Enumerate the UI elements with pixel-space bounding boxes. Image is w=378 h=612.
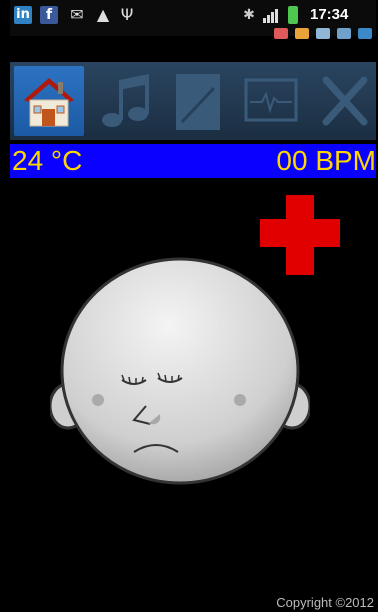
warning-icon: ▲ [96, 5, 110, 24]
document-icon [176, 74, 220, 130]
linkedin-icon: in [14, 6, 32, 24]
app-frame: in f ✉ ▲ Ψ ✱ 17:34 24 °C 00 BPM Copyrigh… [0, 0, 378, 612]
heart-rate-reading: 00 BPM [276, 145, 376, 176]
chip-icon [315, 28, 330, 39]
bluetooth-icon: ✱ [243, 7, 255, 23]
tab-settings[interactable] [310, 66, 378, 136]
battery-icon [288, 6, 298, 24]
mail-icon: ✉ [70, 5, 84, 24]
tab-music[interactable] [88, 66, 158, 136]
temperature-reading: 24 °C [12, 145, 83, 176]
monitor-icon [358, 28, 372, 39]
pencil-icon [273, 28, 288, 39]
wrench-icon [322, 76, 368, 126]
readings-bar: 24 °C 00 BPM [10, 144, 376, 178]
main-content: Copyright ©2012 [10, 178, 376, 612]
status-bar: in f ✉ ▲ Ψ ✱ 17:34 [10, 0, 376, 39]
heart-monitor-icon [244, 78, 298, 122]
tab-bar [10, 62, 376, 140]
facebook-icon: f [40, 6, 58, 24]
network-icon [336, 28, 351, 39]
usb-icon: Ψ [120, 5, 134, 24]
baby-face-icon [50, 257, 310, 485]
house-icon [24, 78, 74, 127]
tab-monitor[interactable] [236, 66, 306, 136]
status-time: 17:34 [310, 6, 349, 23]
signal-icon [262, 6, 280, 24]
music-note-icon [102, 74, 149, 127]
cup-icon [294, 28, 309, 39]
tab-home[interactable] [14, 66, 84, 136]
notification-icons [272, 24, 372, 39]
copyright-text: Copyright ©2012 [276, 595, 374, 610]
tab-notes[interactable] [162, 66, 232, 136]
